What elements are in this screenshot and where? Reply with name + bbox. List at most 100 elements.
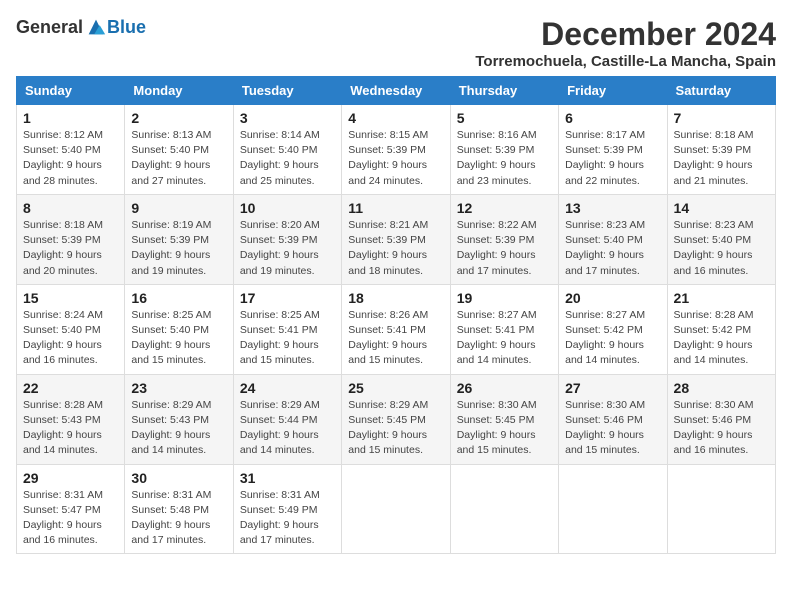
calendar-cell: 29 Sunrise: 8:31 AMSunset: 5:47 PMDayligh… bbox=[17, 464, 125, 554]
calendar-cell: 13 Sunrise: 8:23 AMSunset: 5:40 PMDayligh… bbox=[559, 194, 667, 284]
cell-info: Sunrise: 8:29 AMSunset: 5:45 PMDaylight:… bbox=[348, 398, 443, 459]
logo-general: General bbox=[16, 17, 83, 38]
calendar-cell: 18 Sunrise: 8:26 AMSunset: 5:41 PMDayligh… bbox=[342, 284, 450, 374]
calendar-cell: 4 Sunrise: 8:15 AMSunset: 5:39 PMDaylight… bbox=[342, 105, 450, 195]
column-header-friday: Friday bbox=[559, 77, 667, 105]
day-number: 17 bbox=[240, 290, 335, 306]
cell-info: Sunrise: 8:31 AMSunset: 5:49 PMDaylight:… bbox=[240, 488, 335, 549]
day-number: 14 bbox=[674, 200, 769, 216]
cell-info: Sunrise: 8:31 AMSunset: 5:47 PMDaylight:… bbox=[23, 488, 118, 549]
calendar-cell: 6 Sunrise: 8:17 AMSunset: 5:39 PMDaylight… bbox=[559, 105, 667, 195]
calendar-cell: 15 Sunrise: 8:24 AMSunset: 5:40 PMDayligh… bbox=[17, 284, 125, 374]
day-number: 3 bbox=[240, 110, 335, 126]
calendar-week-1: 1Sunrise: 8:12 AMSunset: 5:40 PMDaylight… bbox=[17, 105, 776, 195]
cell-info: Sunrise: 8:23 AMSunset: 5:40 PMDaylight:… bbox=[674, 218, 769, 279]
cell-info: Sunrise: 8:19 AMSunset: 5:39 PMDaylight:… bbox=[131, 218, 226, 279]
day-number: 4 bbox=[348, 110, 443, 126]
day-number: 21 bbox=[674, 290, 769, 306]
page-header: General Blue December 2024 Torremochuela… bbox=[16, 16, 776, 70]
cell-info: Sunrise: 8:20 AMSunset: 5:39 PMDaylight:… bbox=[240, 218, 335, 279]
day-number: 7 bbox=[674, 110, 769, 126]
calendar-cell bbox=[450, 464, 558, 554]
column-header-tuesday: Tuesday bbox=[233, 77, 341, 105]
cell-info: Sunrise: 8:23 AMSunset: 5:40 PMDaylight:… bbox=[565, 218, 660, 279]
logo-icon bbox=[85, 16, 107, 38]
cell-info: Sunrise: 8:28 AMSunset: 5:43 PMDaylight:… bbox=[23, 398, 118, 459]
calendar-cell: 17Sunrise: 8:25 AMSunset: 5:41 PMDayligh… bbox=[233, 284, 341, 374]
day-number: 13 bbox=[565, 200, 660, 216]
day-number: 26 bbox=[457, 380, 552, 396]
calendar-week-3: 15 Sunrise: 8:24 AMSunset: 5:40 PMDayligh… bbox=[17, 284, 776, 374]
title-block: December 2024 Torremochuela, Castille-La… bbox=[475, 16, 776, 70]
cell-info: Sunrise: 8:28 AMSunset: 5:42 PMDaylight:… bbox=[674, 308, 769, 369]
calendar-cell: 5 Sunrise: 8:16 AMSunset: 5:39 PMDaylight… bbox=[450, 105, 558, 195]
calendar-table: SundayMondayTuesdayWednesdayThursdayFrid… bbox=[16, 76, 776, 554]
location-title: Torremochuela, Castille-La Mancha, Spain bbox=[475, 53, 776, 70]
cell-info: Sunrise: 8:25 AMSunset: 5:40 PMDaylight:… bbox=[131, 308, 226, 369]
calendar-cell: 27Sunrise: 8:30 AMSunset: 5:46 PMDayligh… bbox=[559, 374, 667, 464]
calendar-cell: 21 Sunrise: 8:28 AMSunset: 5:42 PMDayligh… bbox=[667, 284, 775, 374]
day-number: 23 bbox=[131, 380, 226, 396]
day-number: 25 bbox=[348, 380, 443, 396]
column-header-wednesday: Wednesday bbox=[342, 77, 450, 105]
cell-info: Sunrise: 8:15 AMSunset: 5:39 PMDaylight:… bbox=[348, 128, 443, 189]
cell-info: Sunrise: 8:21 AMSunset: 5:39 PMDaylight:… bbox=[348, 218, 443, 279]
cell-info: Sunrise: 8:27 AMSunset: 5:42 PMDaylight:… bbox=[565, 308, 660, 369]
day-number: 28 bbox=[674, 380, 769, 396]
column-header-thursday: Thursday bbox=[450, 77, 558, 105]
day-number: 31 bbox=[240, 470, 335, 486]
calendar-cell: 9 Sunrise: 8:19 AMSunset: 5:39 PMDaylight… bbox=[125, 194, 233, 284]
calendar-body: 1Sunrise: 8:12 AMSunset: 5:40 PMDaylight… bbox=[17, 105, 776, 554]
day-number: 16 bbox=[131, 290, 226, 306]
cell-info: Sunrise: 8:29 AMSunset: 5:44 PMDaylight:… bbox=[240, 398, 335, 459]
calendar-cell: 24 Sunrise: 8:29 AMSunset: 5:44 PMDayligh… bbox=[233, 374, 341, 464]
month-title: December 2024 bbox=[475, 16, 776, 53]
column-header-saturday: Saturday bbox=[667, 77, 775, 105]
day-number: 9 bbox=[131, 200, 226, 216]
calendar-cell: 19Sunrise: 8:27 AMSunset: 5:41 PMDayligh… bbox=[450, 284, 558, 374]
cell-info: Sunrise: 8:13 AMSunset: 5:40 PMDaylight:… bbox=[131, 128, 226, 189]
column-header-monday: Monday bbox=[125, 77, 233, 105]
column-header-sunday: Sunday bbox=[17, 77, 125, 105]
cell-info: Sunrise: 8:14 AMSunset: 5:40 PMDaylight:… bbox=[240, 128, 335, 189]
calendar-cell: 28 Sunrise: 8:30 AMSunset: 5:46 PMDayligh… bbox=[667, 374, 775, 464]
cell-info: Sunrise: 8:18 AMSunset: 5:39 PMDaylight:… bbox=[674, 128, 769, 189]
day-number: 11 bbox=[348, 200, 443, 216]
calendar-cell: 3 Sunrise: 8:14 AMSunset: 5:40 PMDaylight… bbox=[233, 105, 341, 195]
cell-info: Sunrise: 8:16 AMSunset: 5:39 PMDaylight:… bbox=[457, 128, 552, 189]
day-number: 6 bbox=[565, 110, 660, 126]
cell-info: Sunrise: 8:30 AMSunset: 5:46 PMDaylight:… bbox=[674, 398, 769, 459]
cell-info: Sunrise: 8:17 AMSunset: 5:39 PMDaylight:… bbox=[565, 128, 660, 189]
day-number: 29 bbox=[23, 470, 118, 486]
calendar-cell: 22Sunrise: 8:28 AMSunset: 5:43 PMDayligh… bbox=[17, 374, 125, 464]
calendar-week-2: 8Sunrise: 8:18 AMSunset: 5:39 PMDaylight… bbox=[17, 194, 776, 284]
day-number: 19 bbox=[457, 290, 552, 306]
day-number: 1 bbox=[23, 110, 118, 126]
cell-info: Sunrise: 8:26 AMSunset: 5:41 PMDaylight:… bbox=[348, 308, 443, 369]
logo-blue: Blue bbox=[107, 17, 146, 38]
day-number: 30 bbox=[131, 470, 226, 486]
day-number: 5 bbox=[457, 110, 552, 126]
day-number: 10 bbox=[240, 200, 335, 216]
calendar-header-row: SundayMondayTuesdayWednesdayThursdayFrid… bbox=[17, 77, 776, 105]
cell-info: Sunrise: 8:24 AMSunset: 5:40 PMDaylight:… bbox=[23, 308, 118, 369]
day-number: 2 bbox=[131, 110, 226, 126]
day-number: 24 bbox=[240, 380, 335, 396]
cell-info: Sunrise: 8:22 AMSunset: 5:39 PMDaylight:… bbox=[457, 218, 552, 279]
calendar-cell: 2 Sunrise: 8:13 AMSunset: 5:40 PMDaylight… bbox=[125, 105, 233, 195]
calendar-cell bbox=[342, 464, 450, 554]
calendar-cell: 20 Sunrise: 8:27 AMSunset: 5:42 PMDayligh… bbox=[559, 284, 667, 374]
day-number: 15 bbox=[23, 290, 118, 306]
calendar-cell: 23Sunrise: 8:29 AMSunset: 5:43 PMDayligh… bbox=[125, 374, 233, 464]
day-number: 20 bbox=[565, 290, 660, 306]
calendar-cell: 10 Sunrise: 8:20 AMSunset: 5:39 PMDayligh… bbox=[233, 194, 341, 284]
day-number: 18 bbox=[348, 290, 443, 306]
calendar-cell: 12Sunrise: 8:22 AMSunset: 5:39 PMDayligh… bbox=[450, 194, 558, 284]
day-number: 27 bbox=[565, 380, 660, 396]
calendar-cell: 26 Sunrise: 8:30 AMSunset: 5:45 PMDayligh… bbox=[450, 374, 558, 464]
calendar-cell: 16 Sunrise: 8:25 AMSunset: 5:40 PMDayligh… bbox=[125, 284, 233, 374]
cell-info: Sunrise: 8:31 AMSunset: 5:48 PMDaylight:… bbox=[131, 488, 226, 549]
cell-info: Sunrise: 8:30 AMSunset: 5:45 PMDaylight:… bbox=[457, 398, 552, 459]
calendar-cell: 8Sunrise: 8:18 AMSunset: 5:39 PMDaylight… bbox=[17, 194, 125, 284]
calendar-week-5: 29 Sunrise: 8:31 AMSunset: 5:47 PMDayligh… bbox=[17, 464, 776, 554]
